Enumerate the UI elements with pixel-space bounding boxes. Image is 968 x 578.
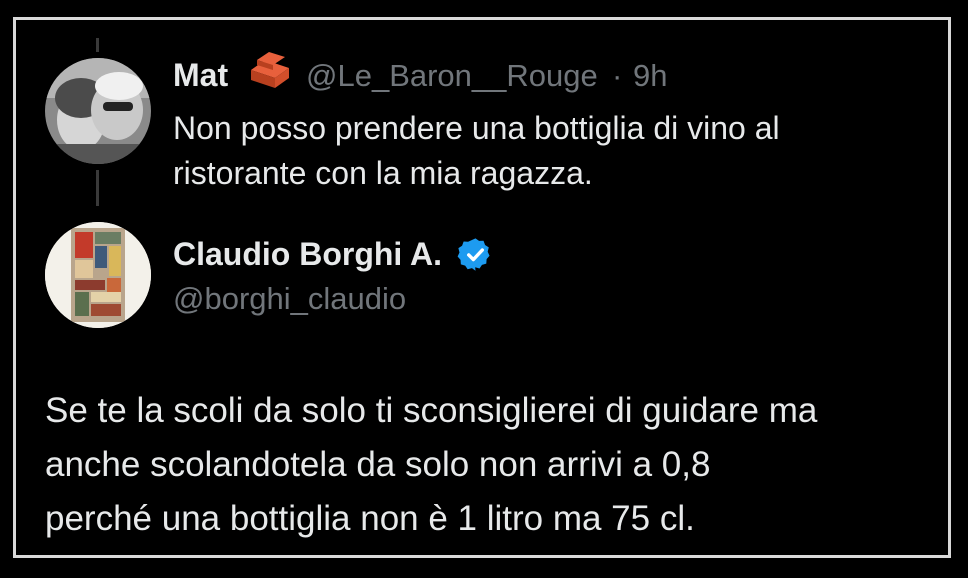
- quoted-tweet-text-line: Non posso prendere una bottiglia di vino…: [173, 110, 780, 146]
- avatar-artwork-claudio: [45, 222, 151, 328]
- reply-author-handle[interactable]: @borghi_claudio: [173, 281, 406, 317]
- thread-connector-bottom: [96, 170, 99, 206]
- handle-separator: ·: [612, 58, 623, 93]
- avatar-photo-mat: [45, 58, 151, 164]
- verified-badge-icon: [457, 236, 494, 273]
- reply-author-name[interactable]: Claudio Borghi A.: [173, 236, 442, 273]
- quoted-author-handle[interactable]: @Le_Baron__Rouge: [306, 58, 598, 94]
- reply-tweet-text-line: perché una bottiglia non è 1 litro ma 75…: [45, 499, 695, 538]
- quoted-timestamp[interactable]: 9h: [633, 58, 667, 94]
- quoted-tweet-text-line: ristorante con la mia ragazza.: [173, 155, 593, 191]
- reply-tweet-text-line: Se te la scoli da solo ti sconsiglierei …: [45, 391, 818, 430]
- avatar[interactable]: [45, 58, 151, 164]
- reply-tweet-text-line: anche scolandotela da solo non arrivi a …: [45, 445, 711, 484]
- thread-connector-top: [96, 38, 99, 52]
- quoted-author-name[interactable]: Mat: [173, 57, 228, 94]
- avatar[interactable]: [45, 222, 151, 328]
- brick-icon: [245, 48, 295, 94]
